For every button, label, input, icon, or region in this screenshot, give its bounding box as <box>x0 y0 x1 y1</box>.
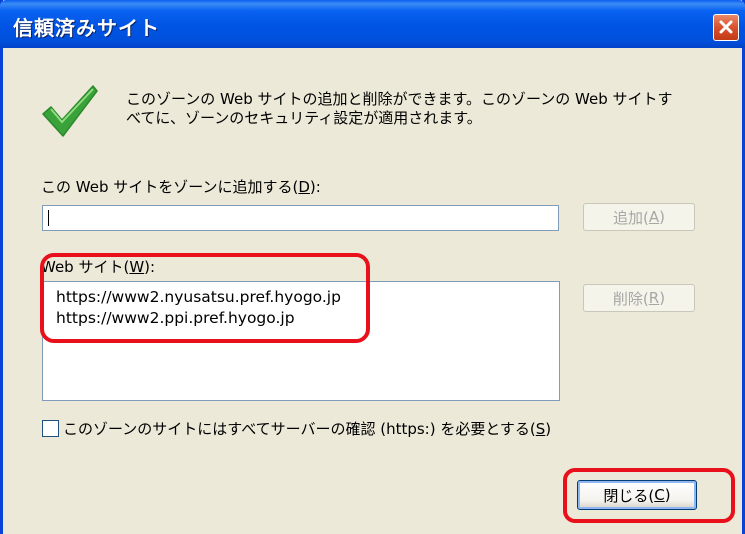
add-site-input[interactable] <box>42 205 559 231</box>
checkmark-icon <box>39 80 101 146</box>
highlight-close-button <box>563 468 735 523</box>
require-https-label-accel: S <box>535 419 546 438</box>
require-https-label-suffix: ) <box>545 419 552 438</box>
add-site-label-accel: D <box>298 178 310 196</box>
description-line-1: このゾーンの Web サイトの追加と削除ができます。このゾーンの Web サイト… <box>126 90 673 108</box>
add-site-label-suffix: ): <box>309 178 321 196</box>
description-line-2: べてに、ゾーンのセキュリティ設定が適用されます。 <box>126 109 482 127</box>
highlight-websites <box>40 253 370 343</box>
remove-button-suffix: ) <box>659 289 666 307</box>
remove-button-accel: R <box>648 289 660 307</box>
add-button-accel: A <box>648 208 660 226</box>
description-text: このゾーンの Web サイトの追加と削除ができます。このゾーンの Web サイト… <box>126 90 726 128</box>
require-https-checkbox[interactable] <box>42 420 59 437</box>
require-https-row[interactable]: このゾーンのサイトにはすべてサーバーの確認 (https:) を必要とする(S) <box>42 418 551 439</box>
require-https-label-prefix: このゾーンのサイトにはすべてサーバーの確認 (https:) を必要とする( <box>63 420 536 438</box>
remove-button-prefix: 削除( <box>612 289 649 308</box>
add-site-label: この Web サイトをゾーンに追加する(D): <box>41 176 321 197</box>
trusted-sites-dialog: 信頼済みサイト このゾーンの Web サイトの追加と削除ができます。このゾーンの… <box>0 0 745 534</box>
close-icon[interactable] <box>713 14 739 41</box>
title-bar[interactable]: 信頼済みサイト <box>0 0 745 48</box>
add-site-label-prefix: この Web サイトをゾーンに追加する( <box>41 178 299 196</box>
add-button-suffix: ) <box>659 208 665 226</box>
add-button[interactable]: 追加(A) <box>583 203 695 231</box>
text-cursor <box>48 210 49 226</box>
add-button-prefix: 追加( <box>613 208 649 227</box>
dialog-title: 信頼済みサイト <box>13 16 160 40</box>
remove-button[interactable]: 削除(R) <box>583 284 695 312</box>
